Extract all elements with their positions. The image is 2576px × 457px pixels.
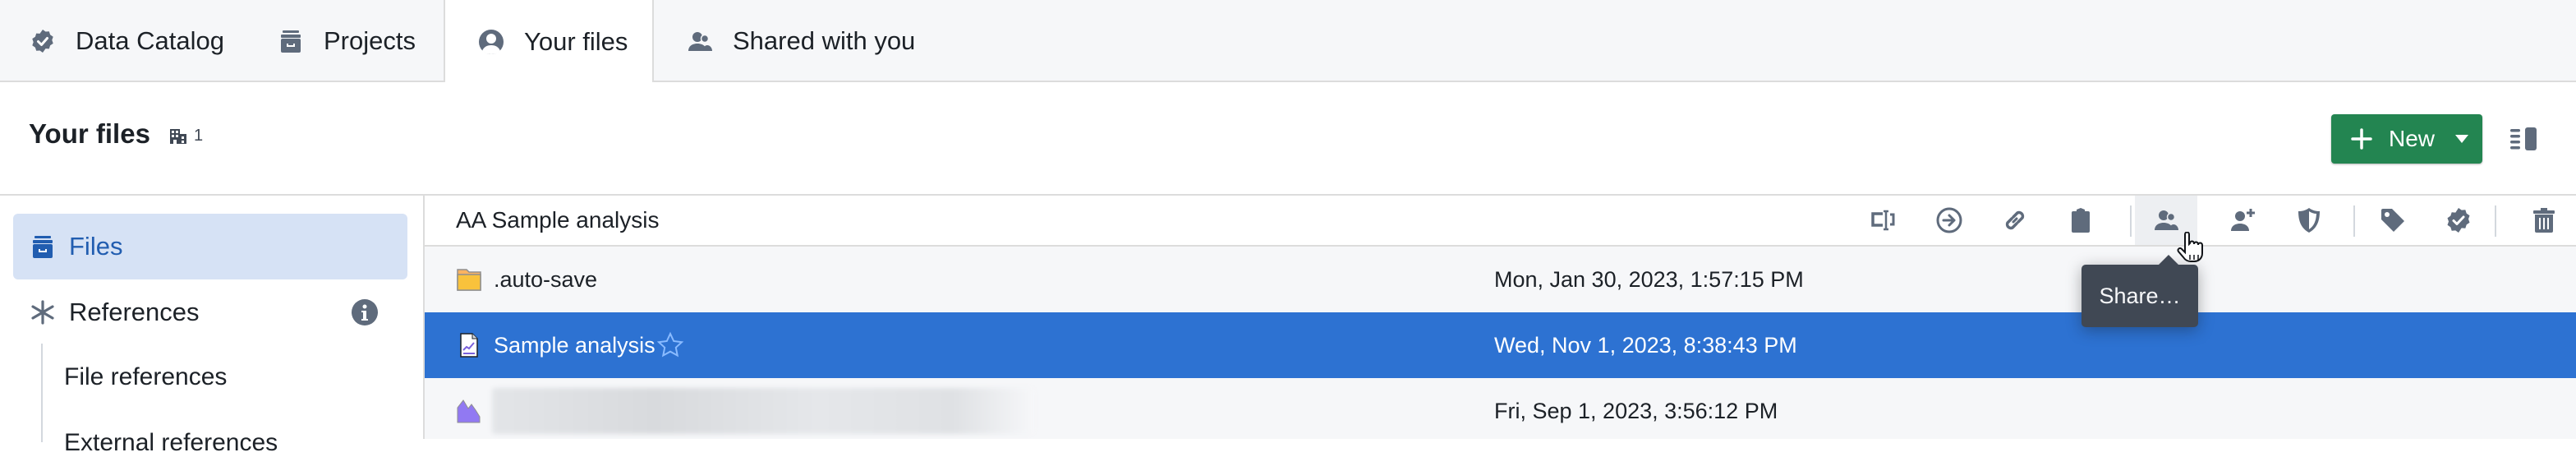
tab-data-catalog[interactable]: Data Catalog	[30, 0, 224, 82]
info-icon[interactable]	[352, 299, 378, 325]
organization-count: 1	[194, 127, 204, 145]
permissions-button[interactable]	[2289, 201, 2329, 240]
tags-button[interactable]	[2373, 201, 2413, 240]
rename-icon	[1871, 210, 1895, 231]
toolbar-separator	[2353, 205, 2355, 237]
breadcrumb[interactable]: AA Sample analysis	[456, 207, 659, 233]
asterisk-icon	[31, 300, 54, 325]
sidebar-item-files[interactable]: Files	[13, 214, 407, 279]
file-name: .auto-save	[494, 266, 598, 292]
shield-icon	[2298, 208, 2320, 233]
top-tab-bar: Data Catalog Projects Your files Shared …	[0, 0, 2576, 84]
endorse-button[interactable]	[2439, 201, 2478, 240]
toolbar-separator	[2495, 205, 2496, 237]
archive-icon	[281, 30, 301, 53]
file-modified-date: Wed, Nov 1, 2023, 8:38:43 PM	[1494, 332, 1797, 358]
hand-pointer-cursor-icon	[2177, 232, 2203, 262]
tab-shared-with-you[interactable]: Shared with you	[687, 0, 915, 82]
organization-badge[interactable]: 1	[169, 127, 203, 145]
trash-icon	[2533, 208, 2555, 233]
file-row[interactable]: Fri, Sep 1, 2023, 3:56:12 PM	[425, 378, 2576, 444]
move-button[interactable]	[1930, 201, 1969, 240]
analysis-file-icon	[460, 333, 478, 358]
toolbar-separator	[2130, 205, 2132, 237]
delete-button[interactable]	[2524, 201, 2564, 240]
file-modified-date: Mon, Jan 30, 2023, 1:57:15 PM	[1494, 266, 1804, 292]
file-name: Sample analysis	[494, 332, 656, 358]
clipboard-icon	[2072, 208, 2090, 233]
tab-projects[interactable]: Projects	[278, 0, 416, 82]
tab-label: Projects	[324, 26, 416, 55]
plus-icon	[2351, 128, 2372, 150]
share-tooltip: Share…	[2082, 255, 2198, 327]
tag-icon	[2381, 209, 2404, 232]
sidebar: Files References File references Externa…	[0, 196, 425, 456]
archive-icon	[33, 236, 53, 258]
contour-icon	[457, 399, 481, 423]
people-icon	[688, 32, 712, 51]
user-icon	[479, 30, 504, 54]
breadcrumb-toolbar: AA Sample analysis	[425, 196, 2576, 247]
new-button[interactable]: New	[2331, 114, 2482, 164]
sidebar-item-label: References	[69, 298, 200, 326]
sidebar-item-references[interactable]: References	[13, 279, 407, 345]
file-browser: AA Sample analysis .auto-save Mon, Jan 3…	[425, 196, 2576, 439]
tab-label: Shared with you	[733, 26, 916, 55]
file-row[interactable]: Sample analysis Wed, Nov 1, 2023, 8:38:4…	[425, 312, 2576, 378]
rename-button[interactable]	[1864, 201, 1903, 240]
folder-icon	[457, 269, 481, 291]
redacted-file-name	[492, 388, 1034, 434]
caret-down-icon	[2455, 135, 2469, 143]
tab-label: Your files	[524, 27, 628, 56]
office-building-icon	[170, 128, 186, 144]
copy-button[interactable]	[2061, 201, 2100, 240]
page-header: Your files 1 New	[0, 82, 2576, 196]
link-icon	[2005, 210, 2025, 230]
sidebar-item-label: Files	[69, 232, 123, 261]
tree-guide-line	[41, 344, 43, 442]
panel-toggle-icon[interactable]	[2510, 127, 2537, 151]
file-row[interactable]: .auto-save Mon, Jan 30, 2023, 1:57:15 PM	[425, 247, 2576, 312]
request-access-button[interactable]	[2224, 201, 2263, 240]
tab-your-files[interactable]: Your files	[444, 0, 654, 84]
people-icon	[2155, 210, 2178, 230]
badge-check-icon	[32, 30, 53, 53]
copy-link-button[interactable]	[1995, 201, 2035, 240]
star-outline-icon[interactable]	[656, 331, 684, 359]
add-user-icon	[2231, 209, 2255, 231]
sidebar-subitem-file-references[interactable]: File references	[64, 363, 227, 391]
arrow-circle-right-icon	[1936, 207, 1962, 233]
page-title: Your files	[29, 118, 150, 149]
tab-label: Data Catalog	[76, 26, 224, 55]
badge-check-icon	[2447, 208, 2470, 233]
new-button-label: New	[2389, 126, 2436, 151]
sidebar-subitem-external-references[interactable]: External references	[64, 429, 278, 457]
file-modified-date: Fri, Sep 1, 2023, 3:56:12 PM	[1494, 398, 1778, 423]
